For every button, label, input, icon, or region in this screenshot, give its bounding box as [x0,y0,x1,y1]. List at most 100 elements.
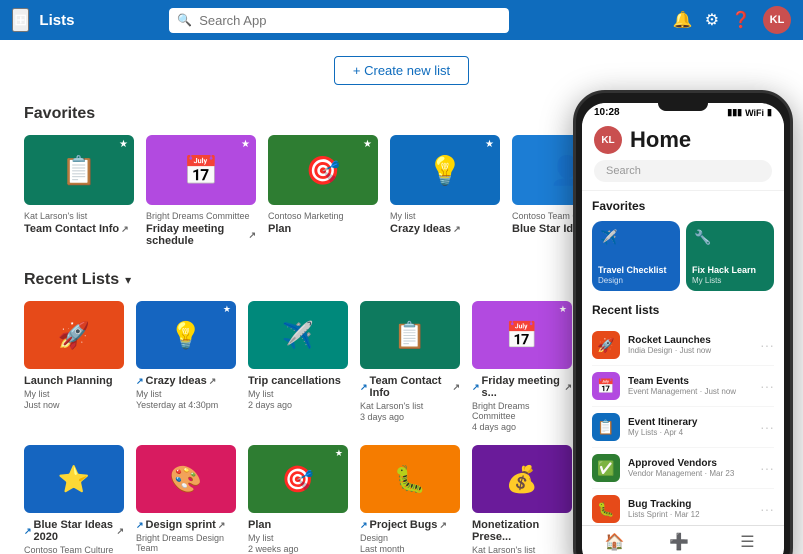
share-badge: ↗ [472,382,480,393]
recent-list-card[interactable]: 💰 Monetization Prese... Kat Larson's lis… [472,445,572,554]
phone-bottom-nav: 🏠 Home ➕ New ☰ My Lists [582,525,784,554]
more-options-icon[interactable]: ··· [760,378,774,394]
list-time: 3 days ago [360,412,460,422]
star-icon: ★ [335,448,343,459]
phone-nav-item[interactable]: ☰ My Lists [733,532,762,554]
phone-favorites-title: Favorites [592,199,774,213]
help-icon[interactable]: ❓ [731,10,751,30]
favorite-card[interactable]: 🎯 ★ Contoso Marketing Plan [268,135,378,247]
list-sub: My list [248,389,348,399]
list-tile: 🎯 ★ [248,445,348,513]
recent-list-card[interactable]: ✈️ Trip cancellations My list 2 days ago [248,301,348,433]
more-options-icon[interactable]: ··· [760,460,774,476]
list-sub: Kat Larson's list [360,401,460,411]
share-icon: ↗ [218,520,226,531]
list-time: Last month [360,544,460,554]
recent-list-card[interactable]: 💡 ★ ↗ Crazy Ideas ↗ My list Yesterday at… [136,301,236,433]
phone-list-item[interactable]: 🚀 Rocket Launches India Design · Just no… [592,325,774,366]
fav-name: Crazy Ideas↗ [390,223,500,235]
fav-tile: 🎯 ★ [268,135,378,205]
fav-star-icon: ★ [485,139,494,150]
search-icon: 🔍 [177,13,192,27]
phone-list-icon: ✅ [592,454,620,482]
fav-owner: Bright Dreams Committee [146,211,256,221]
list-tile-icon: 🚀 [58,320,90,351]
list-name: ↗ Project Bugs ↗ [360,519,460,531]
list-name: Trip cancellations [248,375,348,387]
recent-list-card[interactable]: ⭐ ↗ Blue Star Ideas 2020 ↗ Contoso Team … [24,445,124,554]
settings-icon[interactable]: ⚙ [705,10,719,30]
battery-icon: ▮ [767,107,772,118]
list-sub: My list [24,389,124,399]
list-tile: 📅 ★ [472,301,572,369]
recent-list-card[interactable]: 🎨 ↗ Design sprint ↗ Bright Dreams Design… [136,445,236,554]
favorite-card[interactable]: 💡 ★ My list Crazy Ideas↗ [390,135,500,247]
phone-notch [658,103,708,111]
search-input[interactable] [169,8,509,33]
phone-list-sub: Event Management · Just now [628,387,752,396]
phone-list-sub: Vendor Management · Mar 23 [628,469,752,478]
signal-icon: ▮▮▮ [727,107,742,118]
list-time: Just now [24,400,124,410]
list-tile: 🚀 [24,301,124,369]
phone-nav-icon: ➕ [669,532,689,552]
recent-list-card[interactable]: 📅 ★ ↗ Friday meeting s... ↗ Bright Dream… [472,301,572,433]
nav-icon-group: 🔔 ⚙ ❓ KL [673,6,791,34]
fav-owner: Contoso Marketing [268,211,378,221]
share-icon: ↗ [439,520,447,531]
share-badge: ↗ [136,520,144,531]
list-tile-icon: 💰 [506,464,538,495]
app-launcher-icon[interactable]: ⊞ [12,8,29,32]
fav-name: Friday meeting schedule↗ [146,223,256,247]
phone-list-icon: 🐛 [592,495,620,523]
list-tile-icon: ✈️ [282,320,314,351]
share-badge: ↗ [360,520,368,531]
phone-nav-item[interactable]: 🏠 Home [604,532,625,554]
fav-tile-icon: 📋 [62,154,97,187]
fav-owner: Kat Larson's list [24,211,134,221]
recent-list-card[interactable]: 🚀 Launch Planning My list Just now [24,301,124,433]
phone-fav-card[interactable]: ✈️ Travel Checklist Design [592,221,680,291]
more-options-icon[interactable]: ··· [760,501,774,517]
phone-list-item[interactable]: ✅ Approved Vendors Vendor Management · M… [592,448,774,489]
phone-list-item[interactable]: 📋 Event Itinerary My Lists · Apr 4 ··· [592,407,774,448]
share-badge: ↗ [360,382,368,393]
fav-tile-icon: 💡 [428,154,463,187]
list-tile: 📋 [360,301,460,369]
share-icon: ↗ [564,382,572,393]
phone-avatar[interactable]: KL [594,126,622,154]
more-options-icon[interactable]: ··· [760,419,774,435]
list-name: ↗ Team Contact Info ↗ [360,375,460,399]
create-new-list-button[interactable]: + Create new list [334,56,469,85]
phone-list-item[interactable]: 📅 Team Events Event Management · Just no… [592,366,774,407]
favorite-card[interactable]: 📋 ★ Kat Larson's list Team Contact Info↗ [24,135,134,247]
phone-content: Favorites ✈️ Travel Checklist Design 🔧 F… [582,191,784,525]
phone-fav-card[interactable]: 🔧 Fix Hack Learn My Lists [686,221,774,291]
notification-icon[interactable]: 🔔 [673,10,693,30]
recent-title: Recent Lists [24,271,119,289]
share-icon: ↗ [209,376,217,387]
phone-list-name: Rocket Launches [628,335,752,346]
phone-list-sub: India Design · Just now [628,346,752,355]
phone-list-sub: My Lists · Apr 4 [628,428,752,437]
share-icon: ↗ [453,224,461,235]
more-options-icon[interactable]: ··· [760,337,774,353]
recent-list-card[interactable]: 🐛 ↗ Project Bugs ↗ Design Last month [360,445,460,554]
list-tile-icon: ⭐ [58,464,90,495]
main-content: + Create new list Favorites 📋 ★ Kat Lars… [0,40,803,554]
favorite-card[interactable]: 📅 ★ Bright Dreams Committee Friday meeti… [146,135,256,247]
phone-search[interactable]: Search [594,160,772,182]
fav-tile: 📅 ★ [146,135,256,205]
fav-owner: My list [390,211,500,221]
phone-header: KL Home Search [582,122,784,191]
phone-nav-item[interactable]: ➕ New [669,532,689,554]
phone-list-item[interactable]: 🐛 Bug Tracking Lists Sprint · Mar 12 ··· [592,489,774,525]
chevron-down-icon[interactable]: ▾ [125,273,131,287]
recent-list-card[interactable]: 🎯 ★ Plan My list 2 weeks ago [248,445,348,554]
recent-list-card[interactable]: 📋 ↗ Team Contact Info ↗ Kat Larson's lis… [360,301,460,433]
list-name: ↗ Friday meeting s... ↗ [472,375,572,399]
avatar[interactable]: KL [763,6,791,34]
list-time: 2 weeks ago [248,544,348,554]
phone-fav-sublabel: My Lists [692,276,768,285]
share-badge: ↗ [24,526,32,537]
